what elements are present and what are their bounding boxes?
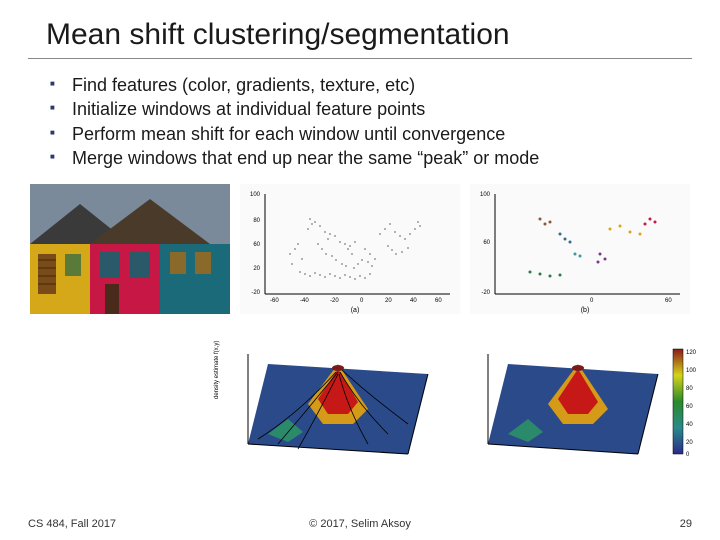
svg-text:60: 60 bbox=[435, 298, 442, 304]
svg-text:60: 60 bbox=[483, 240, 490, 246]
svg-text:0: 0 bbox=[360, 298, 364, 304]
title-rule bbox=[28, 58, 692, 59]
scatter-label-a: (a) bbox=[351, 307, 360, 314]
surface2-svg: 120 100 80 60 40 20 0 bbox=[458, 324, 698, 474]
svg-text:40: 40 bbox=[686, 422, 693, 428]
figure-houses-photo bbox=[30, 184, 230, 314]
figure-scatter-bw: 100 80 60 20 -20 -60 -40 -20 0 20 40 60 bbox=[240, 184, 460, 314]
scatter-label-b: (b) bbox=[581, 307, 590, 314]
svg-text:120: 120 bbox=[686, 350, 697, 356]
figure-row-2: density estimate f(x,y) bbox=[208, 324, 692, 474]
svg-text:40: 40 bbox=[410, 298, 417, 304]
houses-illustration bbox=[30, 184, 230, 314]
svg-text:100: 100 bbox=[250, 192, 261, 198]
svg-text:-40: -40 bbox=[300, 298, 309, 304]
svg-text:20: 20 bbox=[253, 266, 260, 272]
svg-text:60: 60 bbox=[665, 298, 672, 304]
figure-surface-trajectories: density estimate f(x,y) bbox=[208, 324, 448, 474]
svg-text:-20: -20 bbox=[481, 290, 490, 296]
page-title: Mean shift clustering/segmentation bbox=[46, 18, 692, 52]
svg-text:60: 60 bbox=[686, 404, 693, 410]
svg-text:20: 20 bbox=[686, 440, 693, 446]
footer-left: CS 484, Fall 2017 bbox=[28, 518, 116, 530]
slide: Mean shift clustering/segmentation Find … bbox=[0, 0, 720, 540]
svg-text:80: 80 bbox=[686, 386, 693, 392]
svg-text:80: 80 bbox=[253, 218, 260, 224]
svg-text:-20: -20 bbox=[330, 298, 339, 304]
bullet-item: Initialize windows at individual feature… bbox=[50, 97, 692, 121]
svg-text:60: 60 bbox=[253, 242, 260, 248]
footer-page-number: 29 bbox=[680, 518, 692, 530]
svg-text:100: 100 bbox=[480, 192, 491, 198]
figure-row-1: 100 80 60 20 -20 -60 -40 -20 0 20 40 60 bbox=[30, 184, 692, 314]
svg-text:0: 0 bbox=[590, 298, 594, 304]
bullet-item: Find features (color, gradients, texture… bbox=[50, 73, 692, 97]
svg-text:density estimate f(x,y): density estimate f(x,y) bbox=[214, 341, 220, 399]
svg-text:20: 20 bbox=[385, 298, 392, 304]
footer-center: © 2017, Selim Aksoy bbox=[309, 518, 411, 530]
bullet-item: Merge windows that end up near the same … bbox=[50, 146, 692, 170]
scatter-color-svg: 100 60 -20 0 60 (b) bbox=[470, 184, 690, 314]
figure-surface-colorbar: 120 100 80 60 40 20 0 bbox=[458, 324, 698, 474]
svg-text:100: 100 bbox=[686, 368, 697, 374]
scatter-bw-svg: 100 80 60 20 -20 -60 -40 -20 0 20 40 60 bbox=[240, 184, 460, 314]
svg-text:-60: -60 bbox=[270, 298, 279, 304]
figure-scatter-color: 100 60 -20 0 60 (b) bbox=[470, 184, 690, 314]
footer: CS 484, Fall 2017 © 2017, Selim Aksoy 29 bbox=[28, 518, 692, 530]
svg-text:0: 0 bbox=[686, 452, 690, 458]
bullet-item: Perform mean shift for each window until… bbox=[50, 122, 692, 146]
surface1-svg: density estimate f(x,y) bbox=[208, 324, 448, 474]
bullet-list: Find features (color, gradients, texture… bbox=[50, 73, 692, 170]
svg-text:-20: -20 bbox=[251, 290, 260, 296]
